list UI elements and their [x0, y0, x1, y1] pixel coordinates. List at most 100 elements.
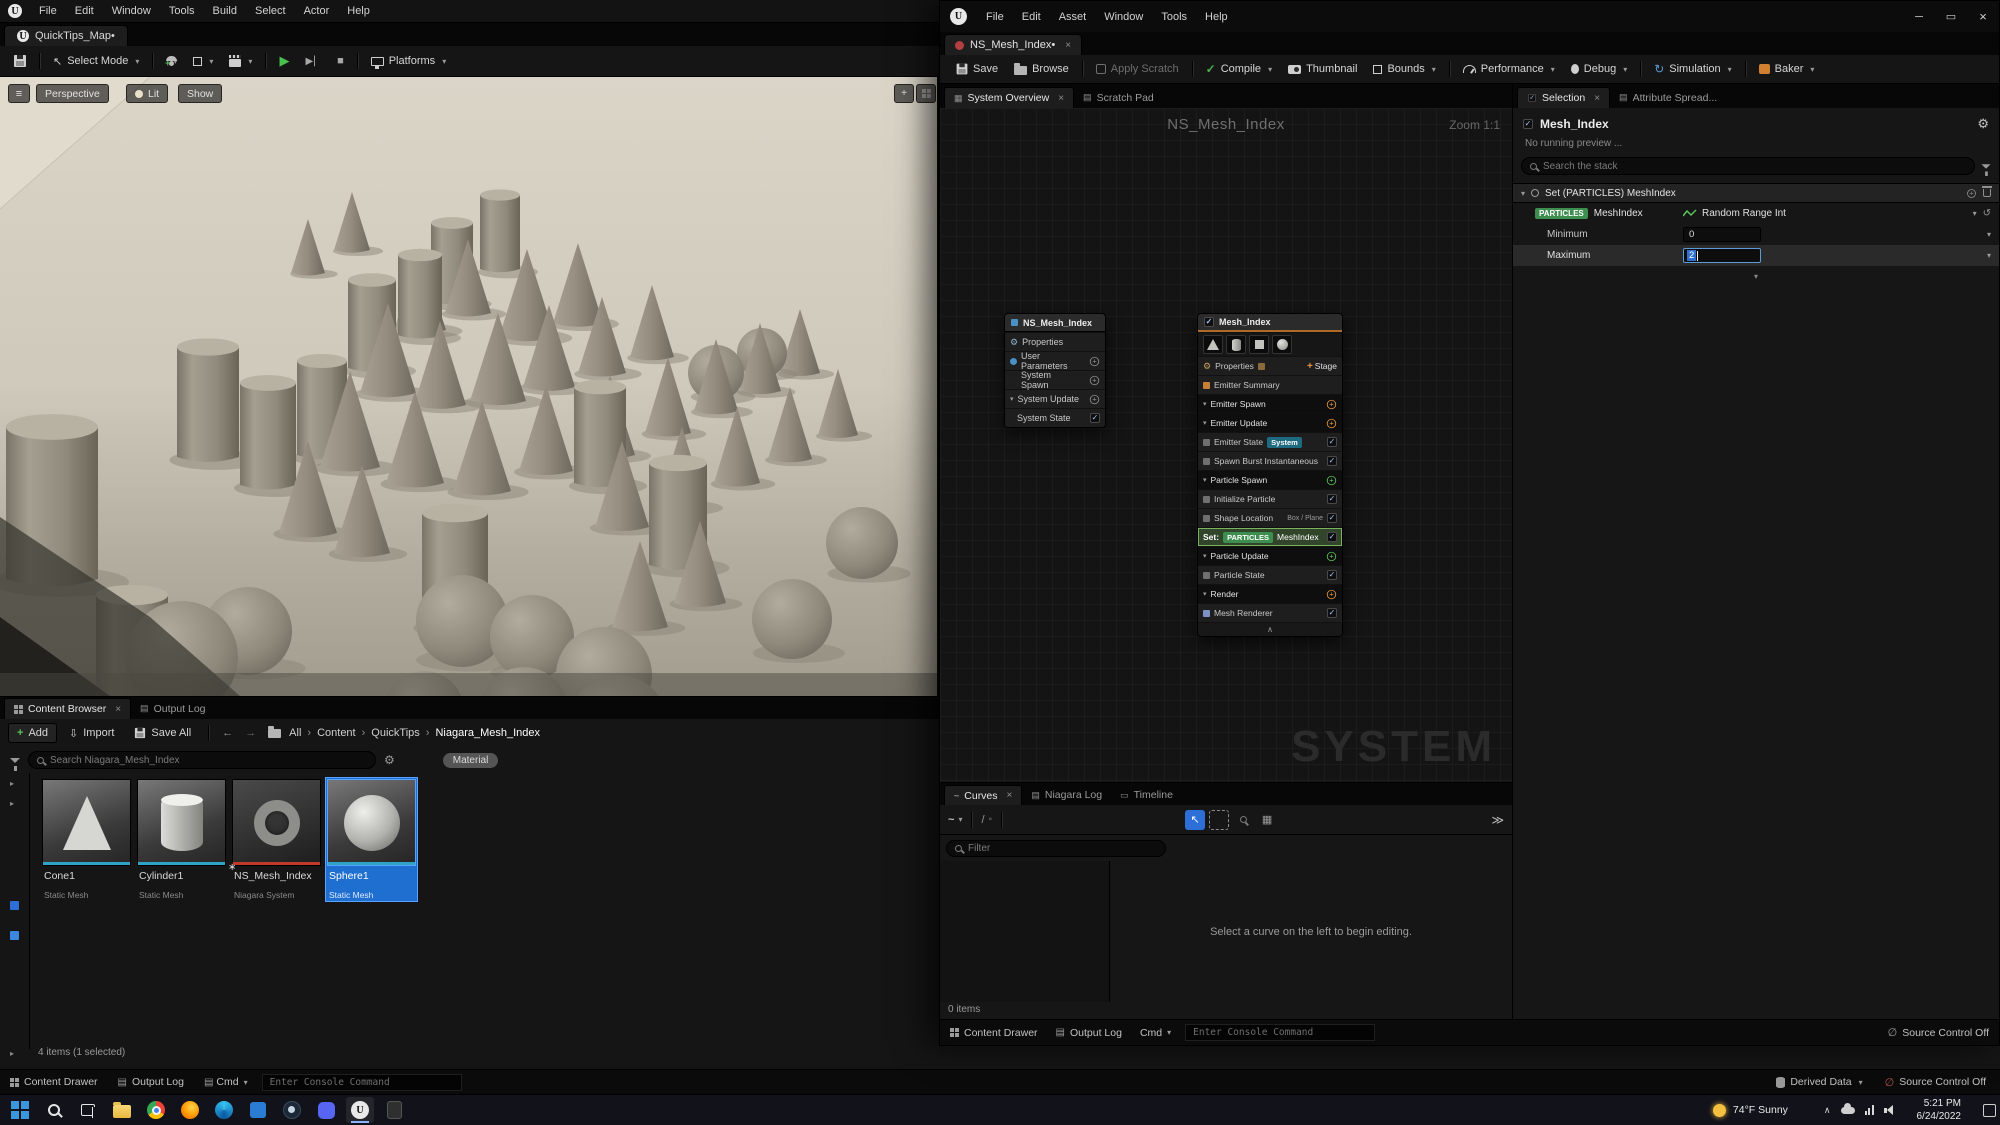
asset-search-input[interactable]: Search Niagara_Mesh_Index [28, 751, 376, 769]
platforms-dropdown[interactable]: Platforms▾ [363, 46, 454, 76]
menu-window[interactable]: Window [103, 5, 160, 17]
save-all-button[interactable]: Save All [126, 719, 199, 747]
asset-tile-ns-mesh-index[interactable]: ∗ NS_Mesh_Index Niagara System [231, 778, 322, 901]
minimize-button[interactable]: ─ [1903, 1, 1935, 32]
edit-key-icon[interactable]: / [981, 814, 984, 826]
source-control-status[interactable]: ∅Source Control Off [1888, 1026, 1989, 1039]
niagara-menu-tools[interactable]: Tools [1152, 11, 1196, 23]
play-button[interactable]: ▶ [271, 46, 297, 76]
taskbar-steam-button[interactable] [278, 1097, 306, 1123]
baker-dropdown[interactable]: Baker▾ [1751, 55, 1823, 83]
level-viewport[interactable]: ≡ Perspective Lit Show + [0, 77, 937, 696]
taskbar-epic-button[interactable] [380, 1097, 408, 1123]
sources-expander-icon[interactable]: ▸ [10, 799, 14, 808]
viewport-perspective-dropdown[interactable]: Perspective [36, 84, 109, 103]
emitter-update-section[interactable]: ▾Emitter Update+ [1198, 413, 1342, 432]
emitter-node[interactable]: ✓Mesh_Index ⚙Properties+Stage Emitter Su… [1197, 313, 1343, 637]
more-tools-icon[interactable]: ≫ [1491, 813, 1504, 827]
niagara-menu-asset[interactable]: Asset [1050, 11, 1096, 23]
emitter-state-row[interactable]: Emitter StateSystem✓ [1198, 432, 1342, 451]
add-module-icon[interactable]: + [1327, 418, 1336, 427]
render-section[interactable]: ▾Render+ [1198, 584, 1342, 603]
blueprints-button[interactable]: ▾ [185, 46, 221, 76]
tab-content-browser[interactable]: Content Browser× [4, 698, 131, 719]
curves-filter-input[interactable]: Filter [946, 840, 1166, 857]
skip-frame-button[interactable]: ▶▏ [297, 46, 329, 76]
settings-gear-icon[interactable]: ⚙ [1977, 116, 1989, 132]
module-checkbox[interactable]: ✓ [1327, 513, 1337, 523]
bounds-dropdown[interactable]: Bounds▾ [1365, 55, 1443, 83]
cmd-dropdown[interactable]: ▤Cmd▾ [204, 1076, 248, 1088]
system-spawn-row[interactable]: System Spawn+ [1005, 370, 1105, 389]
delete-icon[interactable] [1983, 189, 1991, 197]
maximum-input[interactable]: 2 [1683, 248, 1761, 263]
viewport-lit-dropdown[interactable]: Lit [126, 84, 168, 103]
add-icon[interactable]: + [1090, 394, 1099, 403]
taskbar-discord-button[interactable] [312, 1097, 340, 1123]
menu-select[interactable]: Select [246, 5, 295, 17]
tab-selection[interactable]: ✓Selection× [1517, 87, 1610, 108]
taskbar-chrome-button[interactable] [142, 1097, 170, 1123]
viewport-maximize-button[interactable] [916, 84, 936, 103]
add-module-icon[interactable]: + [1327, 551, 1336, 560]
compile-button[interactable]: ✓Compile▾ [1198, 55, 1280, 83]
niagara-menu-file[interactable]: File [977, 11, 1013, 23]
shape-location-row[interactable]: Shape LocationBox / Plane✓ [1198, 508, 1342, 527]
menu-actor[interactable]: Actor [295, 5, 339, 17]
forward-button[interactable]: → [241, 727, 260, 739]
performance-dropdown[interactable]: Performance▾ [1455, 55, 1563, 83]
output-log-button[interactable]: ▤Output Log [1056, 1027, 1122, 1039]
add-icon[interactable]: + [1090, 356, 1099, 365]
frame-tool[interactable]: ▦ [1257, 810, 1277, 830]
niagara-menu-window[interactable]: Window [1095, 11, 1152, 23]
close-icon[interactable]: × [1058, 93, 1064, 104]
niagara-save-button[interactable]: Save [948, 55, 1006, 83]
spawn-burst-row[interactable]: Spawn Burst Instantaneous✓ [1198, 451, 1342, 470]
asset-tile-cone1[interactable]: Cone1 Static Mesh [41, 778, 132, 901]
menu-build[interactable]: Build [204, 5, 246, 17]
breadcrumb-current[interactable]: Niagara_Mesh_Index [435, 727, 540, 739]
taskbar-unreal-button[interactable] [346, 1097, 374, 1123]
close-icon[interactable]: × [115, 704, 121, 715]
tab-timeline[interactable]: ▭Timeline [1111, 785, 1182, 805]
favorites-expander-icon[interactable]: ▸ [10, 779, 14, 788]
user-parameters-row[interactable]: User Parameters+ [1005, 351, 1105, 370]
collection-icon-2[interactable] [10, 931, 19, 940]
niagara-browse-button[interactable]: Browse [1006, 55, 1077, 83]
viewport-options-menu[interactable]: ≡ [8, 84, 30, 103]
minimum-row[interactable]: Minimum 0 ▾ [1513, 224, 1999, 245]
taskbar-taskview-button[interactable] [74, 1097, 102, 1123]
content-drawer-button[interactable]: Content Drawer [950, 1027, 1038, 1039]
niagara-titlebar[interactable]: File Edit Asset Window Tools Help ─ ▭ × [940, 1, 1999, 32]
tab-system-overview[interactable]: ▦System Overview× [944, 87, 1074, 108]
initialize-particle-row[interactable]: Initialize Particle✓ [1198, 489, 1342, 508]
select-mode-dropdown[interactable]: ↖Select Mode▾ [45, 46, 147, 76]
network-icon[interactable] [1865, 1105, 1874, 1115]
source-control-status[interactable]: ∅Source Control Off [1885, 1076, 1986, 1089]
module-checkbox[interactable]: ✓ [1327, 456, 1337, 466]
stack-collapse-chevron[interactable]: ▾ [1513, 266, 1999, 281]
mesh-sphere-icon[interactable] [1272, 335, 1292, 354]
taskbar-start-button[interactable] [6, 1097, 34, 1123]
stack-group-row[interactable]: ▾ Set (PARTICLES) MeshIndex + [1513, 183, 1999, 203]
mesh-cube-icon[interactable] [1249, 335, 1269, 354]
output-log-button[interactable]: ▤Output Log [118, 1076, 184, 1088]
mesh-renderer-row[interactable]: Mesh Renderer✓ [1198, 603, 1342, 622]
collection-icon[interactable] [10, 901, 19, 910]
taskbar-search-button[interactable] [40, 1097, 68, 1123]
close-icon[interactable]: × [1065, 40, 1071, 51]
view-settings-button[interactable]: ⚙ [384, 753, 395, 767]
breadcrumb-all[interactable]: All [289, 727, 301, 739]
maximize-button[interactable]: ▭ [1935, 1, 1967, 32]
clock-widget[interactable]: 5:21 PM 6/24/2022 [1917, 1097, 1962, 1123]
tab-attribute-spreadsheet[interactable]: ▤Attribute Spread... [1610, 87, 1726, 108]
weather-widget[interactable]: 74°F Sunny [1713, 1104, 1788, 1117]
import-button[interactable]: ⇩Import [61, 719, 122, 747]
stop-button[interactable]: ■ [329, 46, 352, 76]
curve-view-options[interactable]: ~▾ [948, 814, 962, 826]
apply-scratch-button[interactable]: Apply Scratch [1088, 55, 1187, 83]
system-update-row[interactable]: ▾System Update+ [1005, 389, 1105, 408]
close-icon[interactable]: × [1594, 93, 1600, 104]
parameter-row[interactable]: PARTICLES MeshIndex Random Range Int ▾ ↺ [1513, 203, 1999, 224]
stack-filter-icon[interactable] [1982, 164, 1991, 169]
